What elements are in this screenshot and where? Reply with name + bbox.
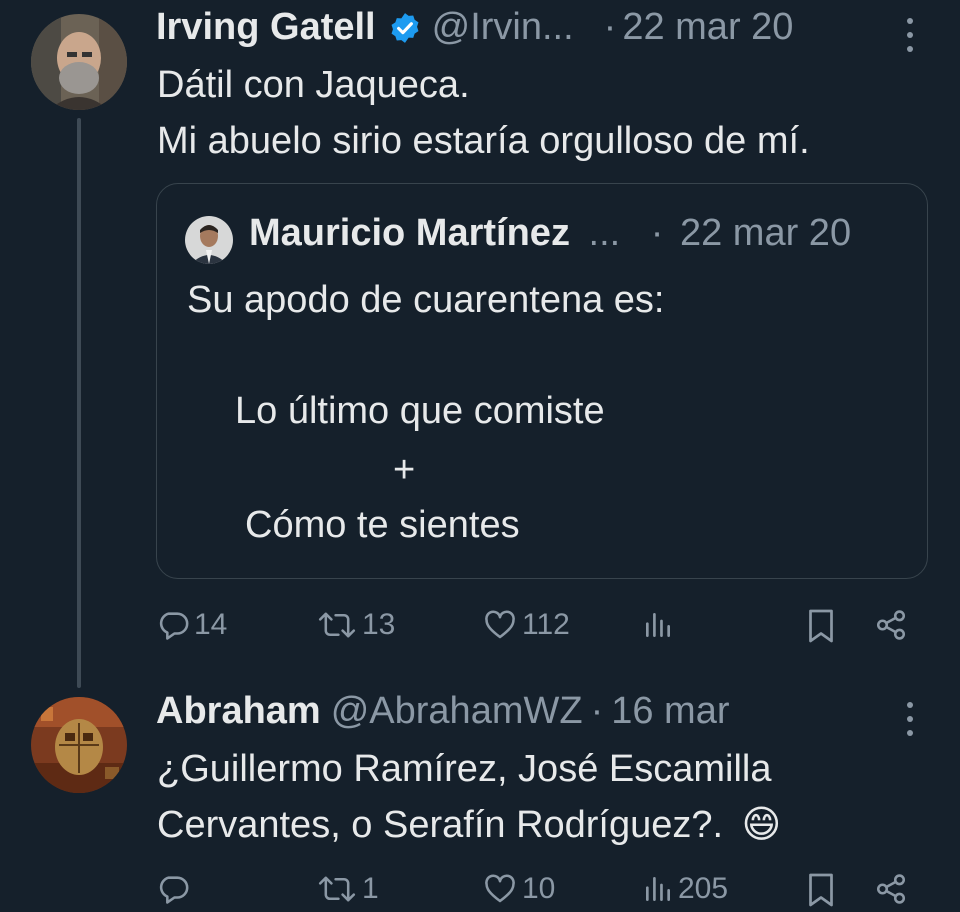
reply-icon <box>156 872 190 906</box>
bookmark-button[interactable] <box>806 872 836 908</box>
avatar-abraham[interactable] <box>31 697 127 793</box>
like-button[interactable]: 10 <box>482 872 555 906</box>
quote-author-name[interactable]: Mauricio Martínez <box>249 212 570 254</box>
author-handle[interactable]: @Irvin... <box>432 6 574 49</box>
quote-line-4: Cómo te sientes <box>245 504 520 546</box>
share-icon <box>874 872 908 906</box>
tweet1-line-1: Dátil con Jaqueca. <box>157 64 470 106</box>
like-count: 10 <box>522 872 556 905</box>
share-button[interactable] <box>874 872 908 906</box>
retweet-count: 1 <box>362 872 379 905</box>
tweet2-actions: 1 10 205 <box>156 872 916 912</box>
separator-dot: · <box>650 212 664 254</box>
retweet-button[interactable]: 13 <box>316 608 395 642</box>
author-handle[interactable]: @AbrahamWZ <box>331 690 583 733</box>
bookmark-icon <box>806 872 836 908</box>
views-button[interactable] <box>642 608 674 642</box>
retweet-count: 13 <box>362 608 396 641</box>
reply-count: 14 <box>194 608 228 641</box>
tweet1-header: Irving Gatell @Irvin... · 22 mar 20 <box>156 6 793 49</box>
views-count: 205 <box>678 872 729 905</box>
quote-header: Mauricio Martínez ... · 22 mar 20 <box>249 212 851 255</box>
more-icon[interactable] <box>902 702 918 736</box>
like-icon <box>482 872 518 906</box>
tweet2-header: Abraham @AbrahamWZ · 16 mar <box>156 690 730 733</box>
retweet-icon <box>316 872 358 906</box>
views-button[interactable]: 205 <box>642 872 728 906</box>
bookmark-button[interactable] <box>806 608 836 644</box>
tweet2-line-2: Cervantes, o Serafín Rodríguez?. <box>157 804 724 846</box>
like-button[interactable]: 112 <box>482 608 570 642</box>
tweet2-line-1: ¿Guillermo Ramírez, José Escamilla <box>157 748 772 790</box>
avatar-mauricio <box>185 216 233 264</box>
more-icon[interactable] <box>902 18 918 52</box>
separator-dot: · <box>590 690 604 732</box>
separator-dot: · <box>603 6 617 48</box>
share-button[interactable] <box>874 608 908 642</box>
thread-line <box>77 118 81 688</box>
author-name[interactable]: Abraham <box>156 690 321 733</box>
quote-line-2: Lo último que comiste <box>235 390 605 432</box>
verified-icon <box>388 11 422 45</box>
like-icon <box>482 608 518 642</box>
quote-date[interactable]: 22 mar 20 <box>680 212 851 254</box>
tweet-date[interactable]: 16 mar <box>611 690 729 733</box>
quote-ellipsis: ... <box>588 212 621 254</box>
quoted-tweet[interactable]: Mauricio Martínez ... · 22 mar 20 Su apo… <box>156 183 928 579</box>
grinning-emoji: 😄 <box>741 804 782 846</box>
views-icon <box>642 872 674 906</box>
tweet1-line-2: Mi abuelo sirio estaría orgulloso de mí. <box>157 120 810 162</box>
retweet-icon <box>316 608 358 642</box>
avatar-irving[interactable] <box>31 14 127 110</box>
reply-button[interactable] <box>156 872 194 906</box>
tweet-date[interactable]: 22 mar 20 <box>622 6 793 49</box>
retweet-button[interactable]: 1 <box>316 872 379 906</box>
author-name[interactable]: Irving Gatell <box>156 6 376 49</box>
tweet1-actions: 14 13 112 <box>156 608 916 648</box>
reply-icon <box>156 608 190 642</box>
views-icon <box>642 608 674 642</box>
quote-line-1: Su apodo de cuarentena es: <box>187 279 665 321</box>
bookmark-icon <box>806 608 836 644</box>
quote-line-3: + <box>393 449 416 491</box>
reply-button[interactable]: 14 <box>156 608 227 642</box>
tweet2-line-2-wrap: Cervantes, o Serafín Rodríguez?. 😄 <box>157 798 781 852</box>
like-count: 112 <box>522 608 570 641</box>
share-icon <box>874 608 908 642</box>
